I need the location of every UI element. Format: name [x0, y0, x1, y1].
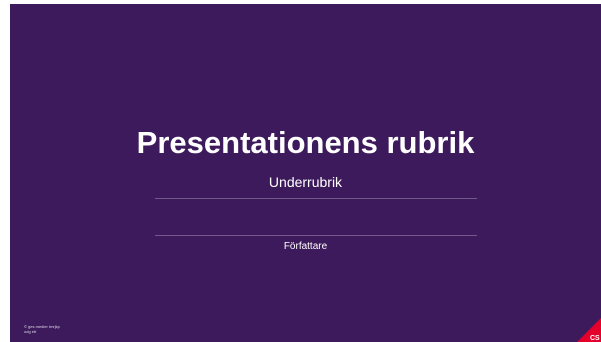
divider-top — [155, 198, 477, 199]
footnote: © ges medier tmrjkp odg ett — [24, 324, 84, 334]
slide-subtitle: Underrubrik — [268, 174, 343, 190]
logo-text: CS — [590, 335, 600, 342]
footnote-line-2: odg ett — [24, 329, 37, 334]
brand-logo-icon: CS — [577, 318, 601, 342]
slide: Presentationens rubrik Underrubrik Förfa… — [10, 4, 601, 342]
slide-title: Presentationens rubrik — [136, 125, 475, 160]
divider-bottom — [155, 235, 477, 236]
slide-author: Författare — [283, 241, 328, 252]
